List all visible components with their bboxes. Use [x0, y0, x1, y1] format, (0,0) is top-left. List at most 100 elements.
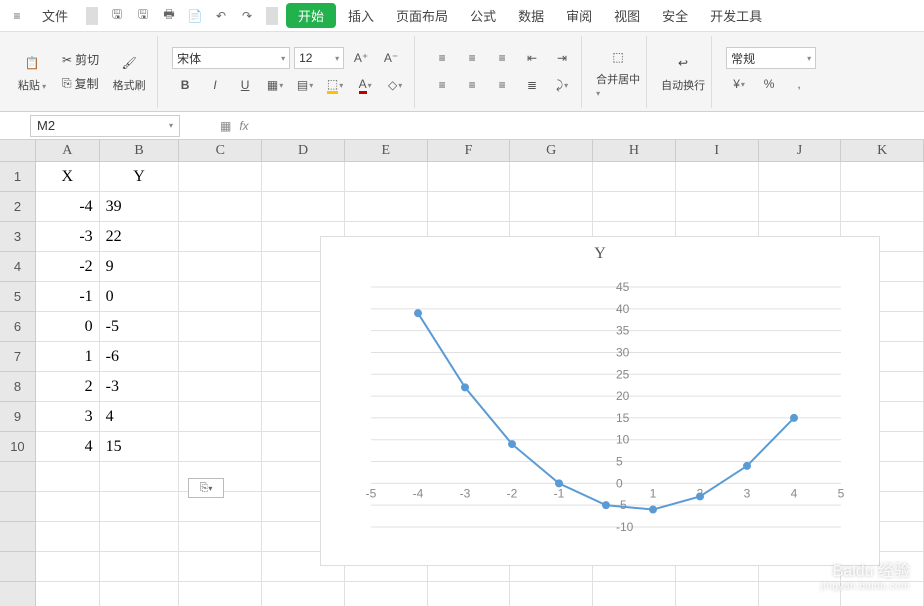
- align-bottom-icon[interactable]: ≡: [489, 46, 515, 70]
- tab-开始[interactable]: 开始: [286, 3, 336, 28]
- cell-F2[interactable]: [428, 192, 511, 222]
- cell-B11[interactable]: [100, 462, 180, 492]
- cell-E1[interactable]: [345, 162, 428, 192]
- cell-A15[interactable]: [36, 582, 100, 606]
- currency-button[interactable]: ¥: [726, 72, 752, 96]
- number-format-select[interactable]: 常规: [726, 47, 816, 69]
- row-header[interactable]: 10: [0, 432, 36, 462]
- paste-button[interactable]: 📋 粘贴: [10, 51, 54, 93]
- cell-C6[interactable]: [179, 312, 262, 342]
- tab-开发工具[interactable]: 开发工具: [700, 2, 772, 29]
- cell-F15[interactable]: [428, 582, 511, 606]
- name-box[interactable]: M2: [30, 115, 180, 137]
- cell-G15[interactable]: [510, 582, 593, 606]
- undo-icon[interactable]: ↶: [210, 5, 232, 27]
- cell-K2[interactable]: [841, 192, 924, 222]
- paste-options-tag[interactable]: ⎘: [188, 478, 224, 498]
- tab-视图[interactable]: 视图: [604, 2, 650, 29]
- fx-icon[interactable]: fx: [239, 119, 248, 133]
- copy-button[interactable]: ⎘复制: [58, 73, 103, 95]
- tab-页面布局[interactable]: 页面布局: [386, 2, 458, 29]
- cell-B6[interactable]: -5: [100, 312, 180, 342]
- cell-C15[interactable]: [179, 582, 262, 606]
- cell-J1[interactable]: [759, 162, 842, 192]
- justify-icon[interactable]: ≣: [519, 73, 545, 97]
- orientation-icon[interactable]: ⤸: [549, 73, 575, 97]
- cell-A12[interactable]: [36, 492, 100, 522]
- row-header[interactable]: [0, 552, 36, 582]
- cell-A6[interactable]: 0: [36, 312, 100, 342]
- cell-B8[interactable]: -3: [100, 372, 180, 402]
- comma-button[interactable]: ,: [786, 72, 812, 96]
- wrap-text-button[interactable]: ↩ 自动换行: [661, 51, 705, 93]
- cell-A13[interactable]: [36, 522, 100, 552]
- col-header-C[interactable]: C: [179, 140, 262, 161]
- cell-B4[interactable]: 9: [100, 252, 180, 282]
- tab-数据[interactable]: 数据: [508, 2, 554, 29]
- cell-B12[interactable]: [100, 492, 180, 522]
- cell-B2[interactable]: 39: [100, 192, 180, 222]
- cell-I1[interactable]: [676, 162, 759, 192]
- col-header-A[interactable]: A: [36, 140, 100, 161]
- row-header[interactable]: 1: [0, 162, 36, 192]
- cell-B15[interactable]: [100, 582, 180, 606]
- col-header-H[interactable]: H: [593, 140, 676, 161]
- col-header-K[interactable]: K: [841, 140, 924, 161]
- select-all-corner[interactable]: [0, 140, 36, 161]
- file-menu[interactable]: 文件: [32, 2, 78, 29]
- row-header[interactable]: 4: [0, 252, 36, 282]
- align-top-icon[interactable]: ≡: [429, 46, 455, 70]
- percent-button[interactable]: %: [756, 72, 782, 96]
- cell-G1[interactable]: [510, 162, 593, 192]
- underline-button[interactable]: U: [232, 73, 258, 97]
- cell-B3[interactable]: 22: [100, 222, 180, 252]
- fill-color-button[interactable]: ⬚: [322, 73, 348, 97]
- formula-input[interactable]: [257, 115, 924, 137]
- cell-A8[interactable]: 2: [36, 372, 100, 402]
- cell-C7[interactable]: [179, 342, 262, 372]
- cell-B13[interactable]: [100, 522, 180, 552]
- borders-button[interactable]: ▦: [262, 73, 288, 97]
- cell-A9[interactable]: 3: [36, 402, 100, 432]
- col-header-B[interactable]: B: [100, 140, 180, 161]
- tab-公式[interactable]: 公式: [460, 2, 506, 29]
- font-size-select[interactable]: 12: [294, 47, 344, 69]
- cell-C13[interactable]: [179, 522, 262, 552]
- save-as-icon[interactable]: 🖫: [132, 5, 154, 27]
- increase-font-icon[interactable]: A⁺: [348, 46, 374, 70]
- col-header-I[interactable]: I: [676, 140, 759, 161]
- cell-B14[interactable]: [100, 552, 180, 582]
- tab-安全[interactable]: 安全: [652, 2, 698, 29]
- redo-icon[interactable]: ↷: [236, 5, 258, 27]
- row-header[interactable]: [0, 492, 36, 522]
- cell-C10[interactable]: [179, 432, 262, 462]
- font-name-select[interactable]: 宋体: [172, 47, 290, 69]
- cell-B5[interactable]: 0: [100, 282, 180, 312]
- cell-C4[interactable]: [179, 252, 262, 282]
- col-header-J[interactable]: J: [759, 140, 842, 161]
- table-icon[interactable]: ▦: [220, 119, 231, 133]
- tab-插入[interactable]: 插入: [338, 2, 384, 29]
- cut-button[interactable]: ✂剪切: [58, 49, 103, 71]
- cell-A4[interactable]: -2: [36, 252, 100, 282]
- cell-B9[interactable]: 4: [100, 402, 180, 432]
- cell-A7[interactable]: 1: [36, 342, 100, 372]
- increase-indent-icon[interactable]: ⇥: [549, 46, 575, 70]
- row-header[interactable]: 9: [0, 402, 36, 432]
- cell-A2[interactable]: -4: [36, 192, 100, 222]
- decrease-indent-icon[interactable]: ⇤: [519, 46, 545, 70]
- col-header-G[interactable]: G: [510, 140, 593, 161]
- cell-C8[interactable]: [179, 372, 262, 402]
- cell-C9[interactable]: [179, 402, 262, 432]
- cell-E2[interactable]: [345, 192, 428, 222]
- align-middle-icon[interactable]: ≡: [459, 46, 485, 70]
- cell-C2[interactable]: [179, 192, 262, 222]
- cell-E15[interactable]: [345, 582, 428, 606]
- align-center-icon[interactable]: ≡: [459, 73, 485, 97]
- cell-C3[interactable]: [179, 222, 262, 252]
- merge-center-button[interactable]: ⬚ 合并居中: [596, 45, 640, 99]
- cell-A3[interactable]: -3: [36, 222, 100, 252]
- cell-G2[interactable]: [510, 192, 593, 222]
- row-header[interactable]: 7: [0, 342, 36, 372]
- row-header[interactable]: 6: [0, 312, 36, 342]
